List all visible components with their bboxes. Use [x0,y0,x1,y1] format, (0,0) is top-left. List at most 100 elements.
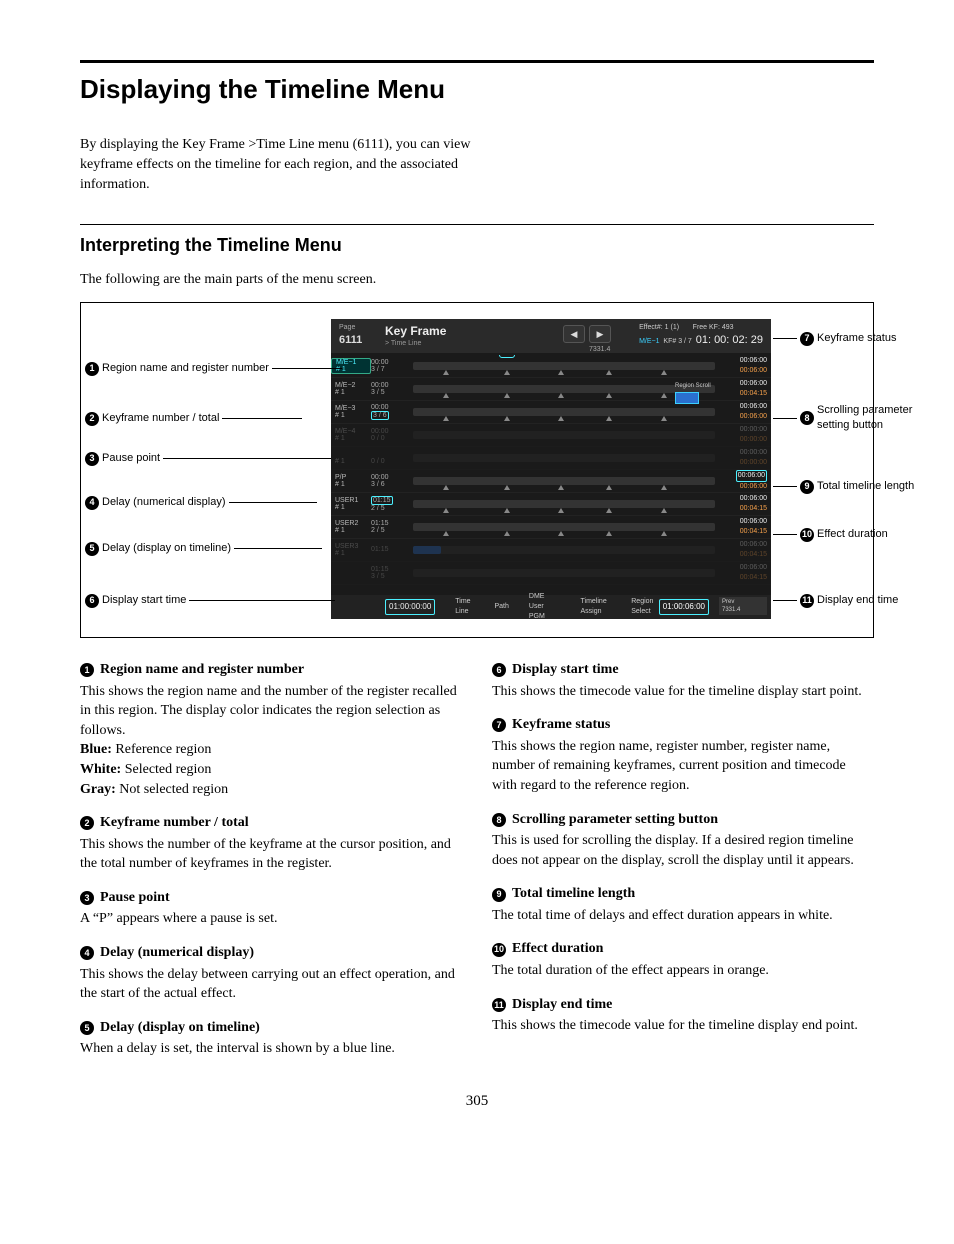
track-row: M/E−1# 100:003 / 7P00:06:0000:06:00 [331,355,771,378]
item-extra: Gray: Not selected region [80,780,462,800]
description-item: 1Region name and register numberThis sho… [80,660,462,799]
track-end-times: 00:00:0000:00:00 [719,425,771,445]
track-end-times: 00:06:0000:04:15 [719,517,771,537]
region-label: M/E−4# 1 [331,428,371,442]
timeline-lane[interactable] [413,408,715,416]
track-end-times: 00:06:0000:06:00 [719,470,771,492]
description-item: 9Total timeline lengthThe total time of … [492,884,874,925]
panel-title: Key Frame [385,323,446,340]
region-label: USER1# 1 [331,497,371,511]
callout-2: Keyframe number / total [102,411,219,426]
timeline-lane[interactable] [413,477,715,485]
track-info: 00:003 / 6 [371,404,409,420]
section-heading: Interpreting the Timeline Menu [80,233,874,258]
track-end-times: 00:06:0000:06:00 [719,356,771,376]
tracks-area: M/E−1# 100:003 / 7P00:06:0000:06:00M/E−2… [331,355,771,595]
region-label: USER3# 1 [331,543,371,557]
timeline-lane[interactable] [413,500,715,508]
description-item: 8 Scrolling parameter setting buttonThis … [492,810,874,871]
track-info: 0 / 0 [371,451,409,465]
description-item: 4Delay (numerical display)This shows the… [80,943,462,1004]
item-badge: 1 [80,663,94,677]
track-row: USER3# 101:1500:06:0000:04:15 [331,539,771,562]
page-title: Displaying the Timeline Menu [80,71,874,107]
description-item: 5Delay (display on timeline)When a delay… [80,1018,462,1059]
callout-badge-5: 5 [85,542,99,556]
track-row: 01:153 / 500:06:0000:04:15 [331,562,771,585]
panel-footer: 01:00:00:00 Time Line Path DME User PGM … [331,595,771,619]
item-badge: 3 [80,891,94,905]
track-row: M/E−3# 100:003 / 600:06:0000:06:00 [331,401,771,424]
display-end-time[interactable]: 01:00:06:00 [659,599,709,614]
prev-page-box[interactable]: Prev7331.4 [719,597,767,615]
description-item: 11 Display end timeThis shows the timecod… [492,995,874,1036]
footer-btn-assign[interactable]: Timeline Assign [581,597,612,617]
callout-badge-6: 6 [85,594,99,608]
item-title: Display start time [512,660,619,680]
region-label [331,569,371,576]
item-body: This shows the timecode value for the ti… [492,1016,874,1036]
timeline-lane[interactable] [413,431,715,439]
item-badge: 7 [492,718,506,732]
page-number: 305 [80,1091,874,1112]
item-body: This shows the region name and the numbe… [80,682,462,741]
track-end-times: 00:06:0000:04:15 [719,540,771,560]
item-title: Scrolling parameter setting button [512,810,718,830]
description-item: 3Pause pointA “P” appears where a pause … [80,888,462,929]
item-extra: White: Selected region [80,760,462,780]
item-body: A “P” appears where a pause is set. [80,909,462,929]
callout-7: Keyframe status [817,331,896,346]
item-body: This is used for scrolling the display. … [492,831,874,870]
callout-3: Pause point [102,451,160,466]
track-end-times: 00:06:0000:04:15 [719,379,771,399]
item-body: The total duration of the effect appears… [492,961,874,981]
timeline-lane[interactable] [413,454,715,462]
track-end-times: 00:00:0000:00:00 [719,448,771,468]
display-start-time[interactable]: 01:00:00:00 [385,599,435,614]
timeline-lane[interactable]: P [413,362,715,370]
callout-8: Scrolling parameter setting button [817,403,927,434]
track-info: 01:152 / 5 [371,520,409,534]
item-title: Delay (display on timeline) [100,1018,260,1038]
item-body: This shows the delay between carrying ou… [80,965,462,1004]
footer-btn-dme[interactable]: DME User PGM [529,592,561,621]
track-row: USER2# 101:152 / 500:06:0000:04:15 [331,516,771,539]
breadcrumb: > Time Line [385,339,421,349]
track-row: P/P# 100:003 / 600:06:0000:06:00 [331,470,771,493]
track-row: M/E−4# 100:000 / 000:00:0000:00:00 [331,424,771,447]
prev-button[interactable]: ◀ [563,325,585,343]
callout-6: Display start time [102,593,186,608]
track-row: M/E−2# 100:003 / 500:06:0000:04:15Region… [331,378,771,401]
page-label: Page [339,323,355,333]
track-end-times: 00:06:0000:04:15 [719,494,771,514]
callout-5: Delay (display on timeline) [102,541,231,556]
footer-btn-region[interactable]: Region Select [631,597,658,617]
intro-text: By displaying the Key Frame >Time Line m… [80,135,500,194]
item-title: Display end time [512,995,612,1015]
item-badge: 9 [492,888,506,902]
track-info: 00:003 / 6 [371,474,409,488]
timeline-lane[interactable] [413,385,715,393]
footer-btn-path[interactable]: Path [494,602,508,612]
item-badge: 8 [492,813,506,827]
description-item: 2Keyframe number / totalThis shows the n… [80,813,462,874]
callout-badge-2: 2 [85,412,99,426]
sub-page-number: 7331.4 [589,345,610,355]
callout-9: Total timeline length [817,479,914,494]
callout-badge-9: 9 [800,480,814,494]
item-badge: 11 [492,998,506,1012]
lead-text: The following are the main parts of the … [80,270,874,290]
panel-header: Page 6111 Key Frame > Time Line ◀ ▶ 7331… [331,319,771,353]
timeline-lane[interactable] [413,523,715,531]
callout-badge-11: 11 [800,594,814,608]
item-title: Delay (numerical display) [100,943,254,963]
callout-badge-7: 7 [800,332,814,346]
next-button[interactable]: ▶ [589,325,611,343]
footer-btn-timeline[interactable]: Time Line [455,597,474,617]
timeline-lane[interactable] [413,569,715,577]
callout-badge-4: 4 [85,496,99,510]
region-label: M/E−2# 1 [331,382,371,396]
item-title: Total timeline length [512,884,635,904]
timeline-lane[interactable] [413,546,715,554]
callout-11: Display end time [817,593,898,608]
